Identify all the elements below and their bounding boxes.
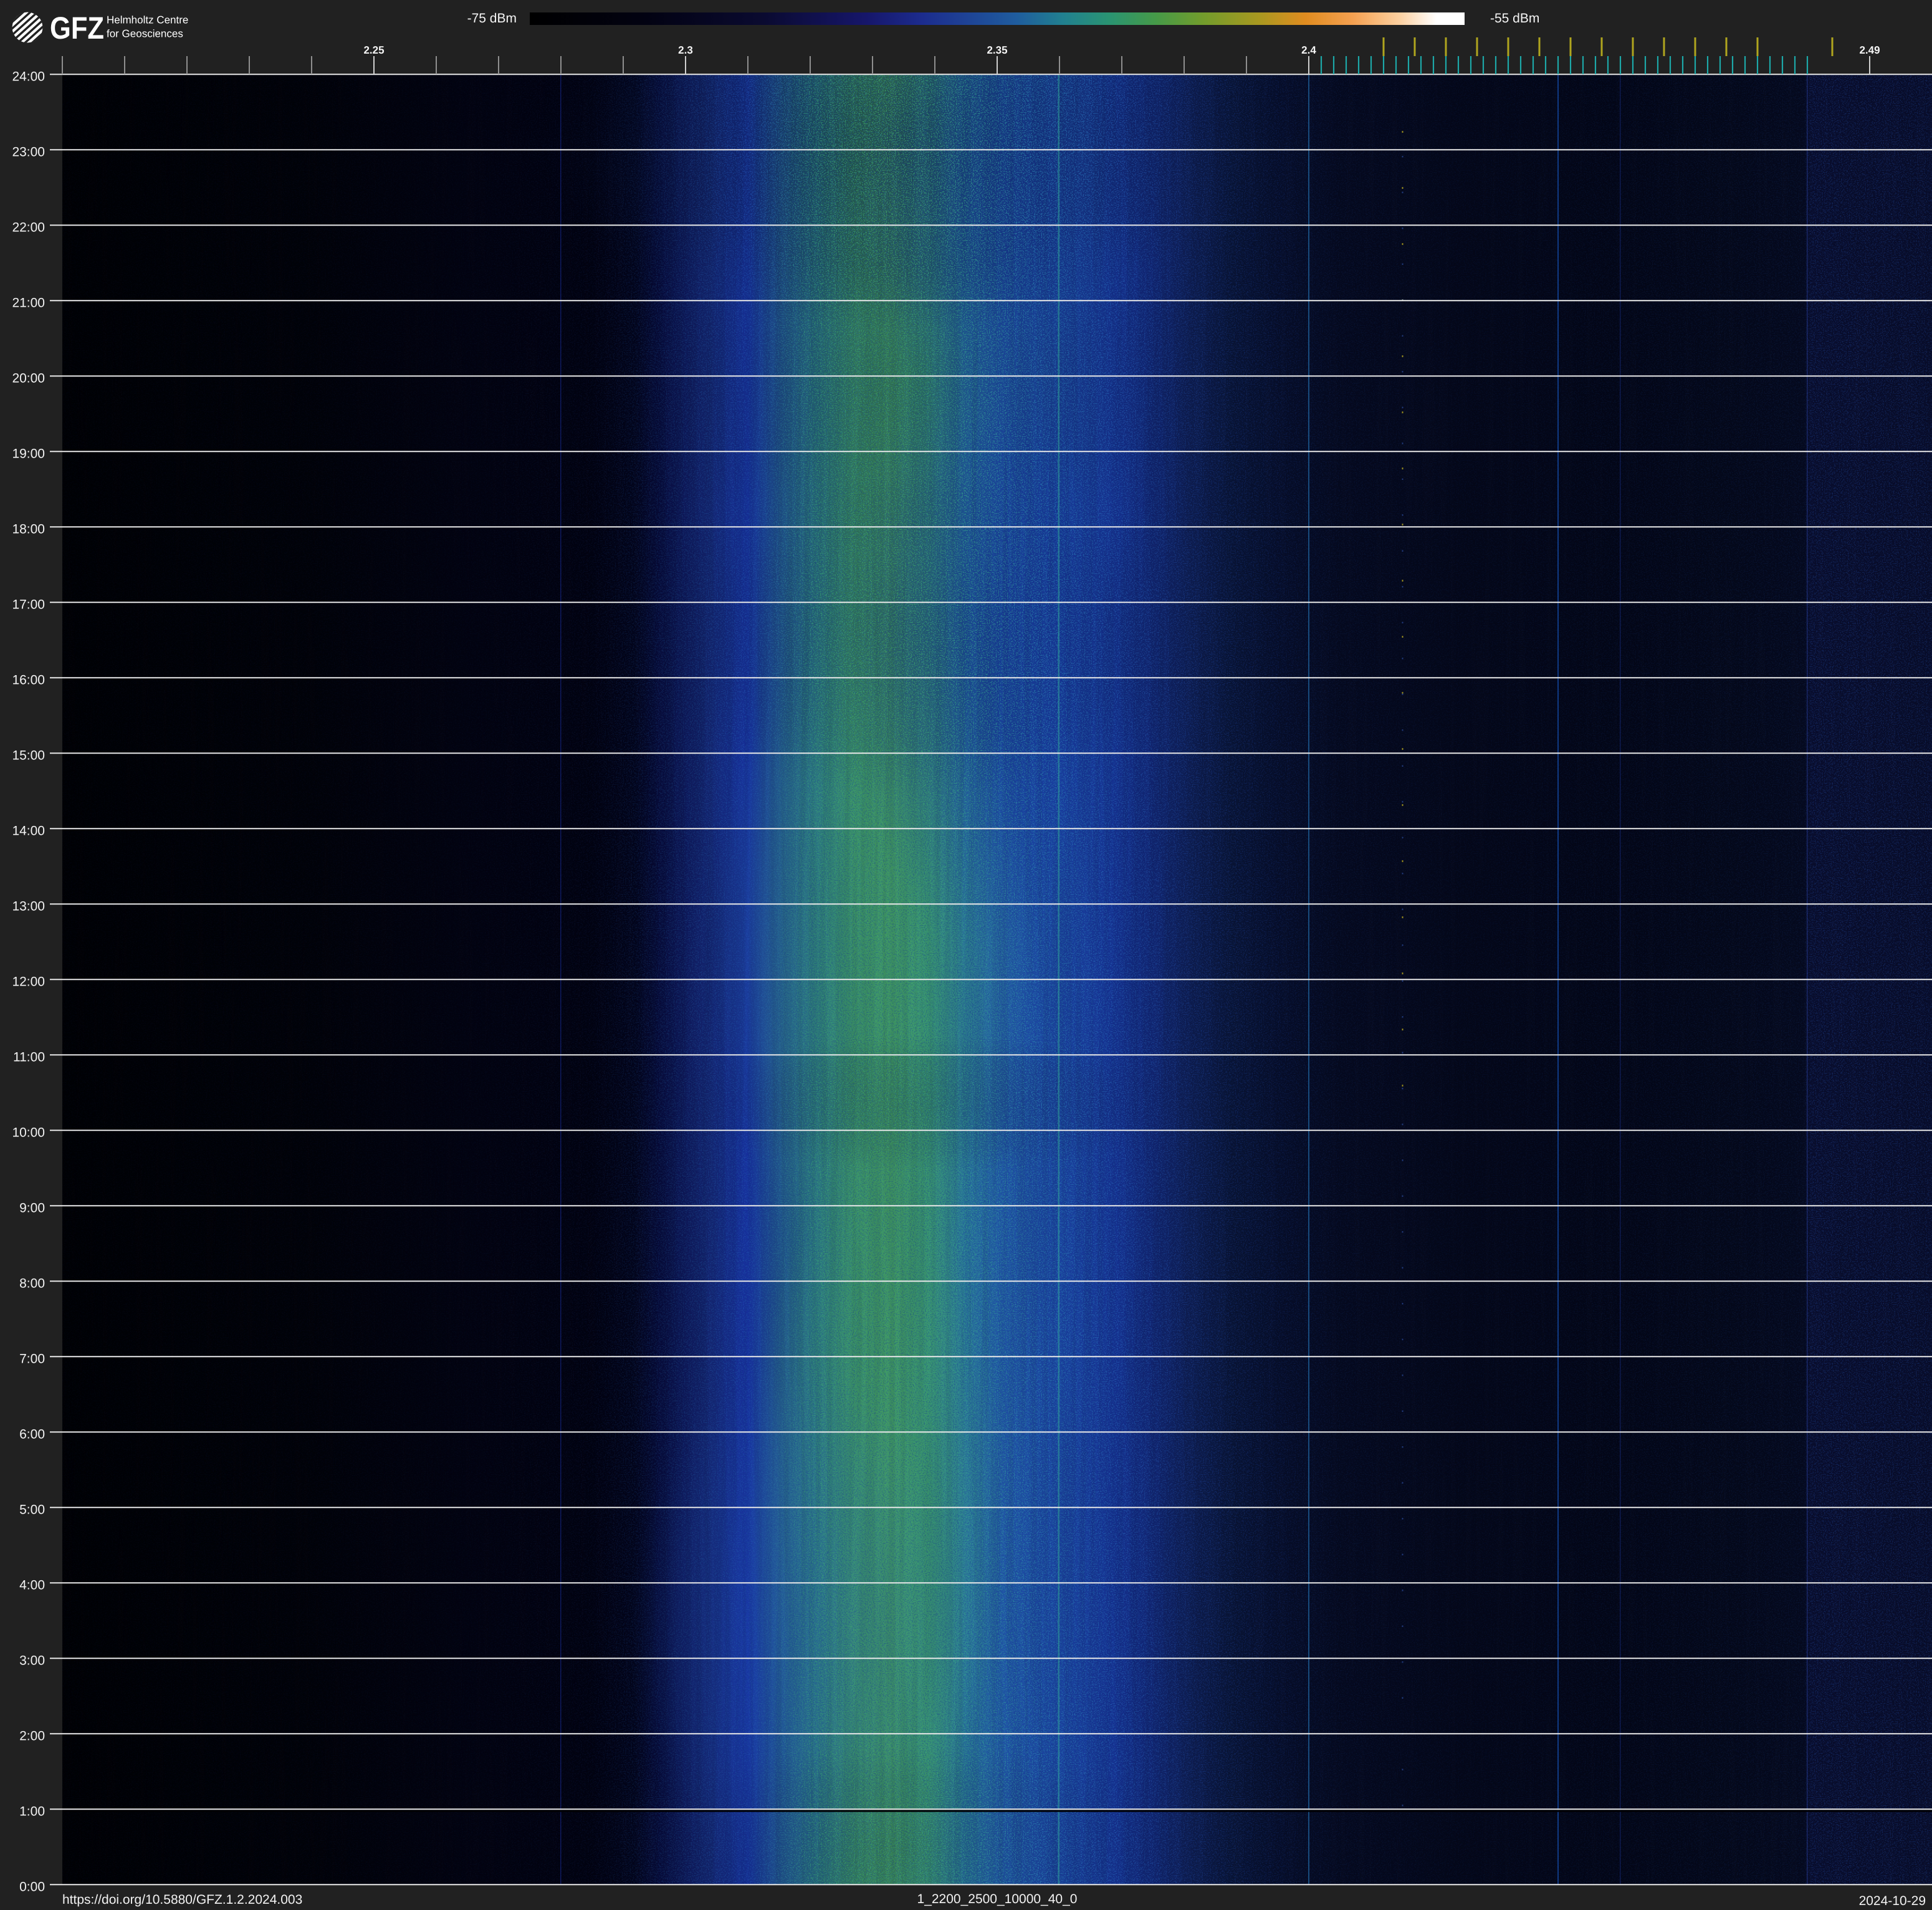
- svg-text:21:00: 21:00: [12, 295, 45, 310]
- svg-text:2.3: 2.3: [678, 44, 693, 56]
- svg-text:13:00: 13:00: [12, 899, 45, 913]
- svg-text:GFZ: GFZ: [50, 11, 104, 46]
- svg-text:15:00: 15:00: [12, 748, 45, 762]
- svg-text:2.35: 2.35: [987, 44, 1007, 56]
- svg-text:8:00: 8:00: [19, 1276, 45, 1290]
- svg-text:22:00: 22:00: [12, 220, 45, 234]
- svg-text:6:00: 6:00: [19, 1427, 45, 1441]
- svg-text:4:00: 4:00: [19, 1578, 45, 1592]
- svg-text:2.25: 2.25: [363, 44, 384, 56]
- svg-text:0:00: 0:00: [19, 1879, 45, 1894]
- svg-text:2024-10-29: 2024-10-29: [1859, 1894, 1926, 1908]
- svg-text:https://doi.org/10.5880/GFZ.1.: https://doi.org/10.5880/GFZ.1.2.2024.003: [62, 1893, 302, 1907]
- svg-text:17:00: 17:00: [12, 597, 45, 612]
- svg-text:-75 dBm: -75 dBm: [467, 11, 517, 26]
- svg-text:for Geosciences: for Geosciences: [107, 28, 183, 40]
- svg-text:7:00: 7:00: [19, 1351, 45, 1366]
- svg-text:19:00: 19:00: [12, 446, 45, 461]
- svg-text:18:00: 18:00: [12, 522, 45, 536]
- svg-text:2:00: 2:00: [19, 1729, 45, 1743]
- svg-text:2.4: 2.4: [1301, 44, 1316, 56]
- svg-text:12:00: 12:00: [12, 974, 45, 989]
- svg-text:11:00: 11:00: [13, 1050, 45, 1064]
- svg-text:-55 dBm: -55 dBm: [1490, 11, 1539, 26]
- svg-text:1_2200_2500_10000_40_0: 1_2200_2500_10000_40_0: [917, 1892, 1078, 1906]
- svg-text:Helmholtz Centre: Helmholtz Centre: [107, 14, 188, 26]
- svg-text:16:00: 16:00: [12, 673, 45, 687]
- svg-text:1:00: 1:00: [19, 1804, 45, 1818]
- svg-text:23:00: 23:00: [12, 145, 45, 159]
- svg-text:14:00: 14:00: [12, 823, 45, 838]
- svg-text:9:00: 9:00: [19, 1201, 45, 1215]
- svg-text:10:00: 10:00: [12, 1125, 45, 1140]
- svg-text:3:00: 3:00: [19, 1653, 45, 1668]
- svg-text:24:00: 24:00: [12, 69, 45, 84]
- svg-text:2.49: 2.49: [1859, 44, 1880, 56]
- svg-text:5:00: 5:00: [19, 1502, 45, 1517]
- svg-text:20:00: 20:00: [12, 371, 45, 385]
